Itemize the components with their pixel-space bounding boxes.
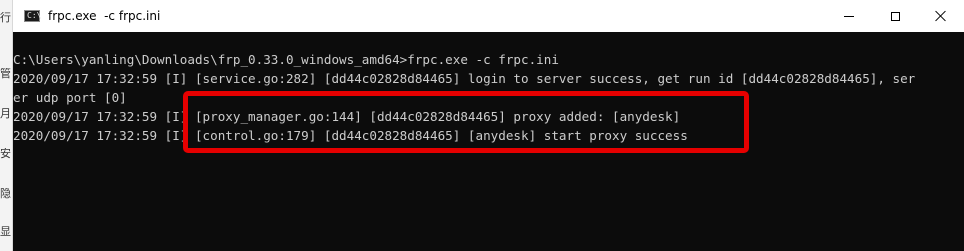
- minimize-icon: [844, 15, 854, 17]
- background-text: 显: [0, 226, 11, 238]
- background-window-edge: 行 管 月 安 隐 显: [0, 0, 13, 251]
- close-icon: [935, 10, 947, 22]
- console-line: C:\Users\yanling\Downloads\frp_0.33.0_wi…: [13, 52, 559, 67]
- console-icon[interactable]: C:\: [24, 10, 41, 22]
- maximize-button[interactable]: [872, 0, 918, 32]
- background-text: 隐: [0, 188, 11, 200]
- close-button[interactable]: [918, 0, 964, 32]
- background-text: 安: [0, 148, 11, 160]
- console-line: er udp port [0]: [13, 90, 127, 105]
- minimize-button[interactable]: [826, 0, 872, 32]
- maximize-icon: [890, 11, 900, 21]
- console-output[interactable]: C:\Users\yanling\Downloads\frp_0.33.0_wi…: [13, 32, 964, 251]
- console-line: 2020/09/17 17:32:59 [I] [service.go:282]…: [13, 71, 916, 86]
- background-text: 管: [0, 68, 11, 80]
- title-bar[interactable]: C:\ frpc.exe -c frpc.ini: [13, 0, 964, 32]
- background-text: 行: [0, 12, 11, 24]
- console-window: C:\ frpc.exe -c frpc.ini C:\Users\yanlin…: [13, 0, 964, 251]
- highlight-annotation: [183, 91, 749, 153]
- background-text: 月: [0, 108, 11, 120]
- window-title: frpc.exe -c frpc.ini: [48, 9, 161, 23]
